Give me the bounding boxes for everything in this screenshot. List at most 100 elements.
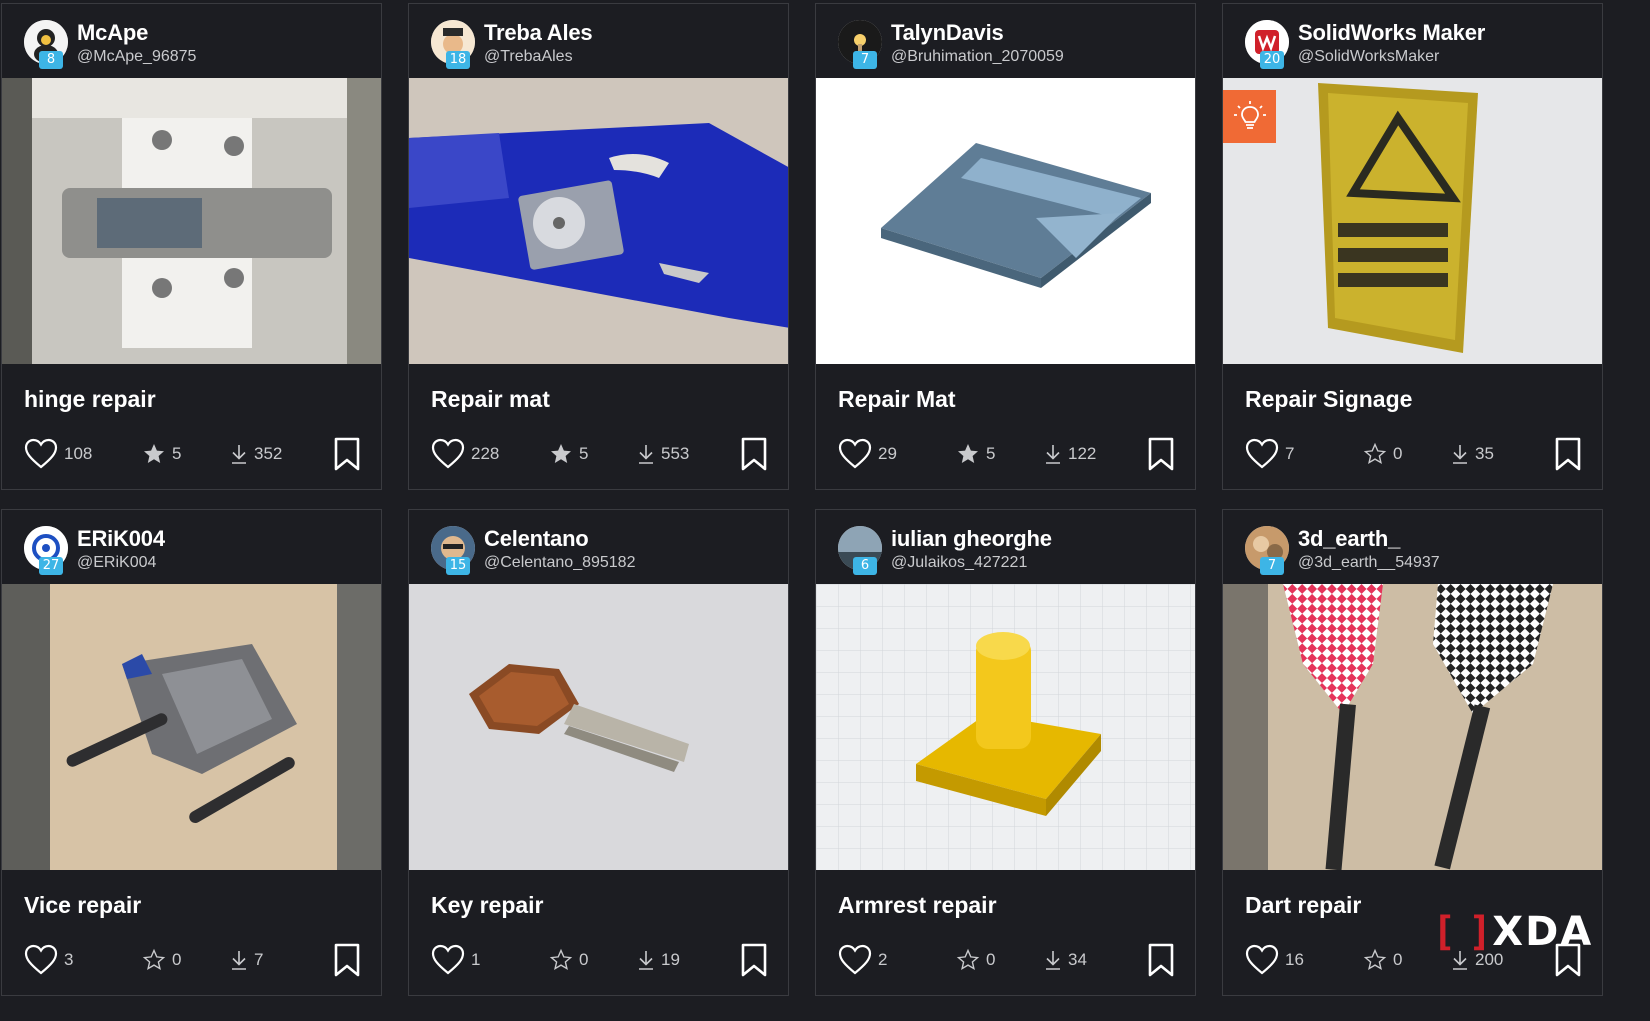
idea-badge[interactable] — [1223, 90, 1276, 143]
like-count: 7 — [1285, 444, 1295, 463]
author-handle[interactable]: @McApe_96875 — [77, 48, 196, 66]
avatar[interactable]: 20 — [1245, 20, 1289, 69]
star-outline-icon — [1363, 442, 1387, 465]
author-handle[interactable]: @3d_earth__54937 — [1298, 554, 1440, 572]
download-icon — [1046, 951, 1060, 970]
like-button[interactable]: 108 — [24, 436, 92, 472]
rating[interactable]: 5 — [142, 436, 181, 472]
card-stats: 1 0 19 — [409, 942, 788, 982]
avatar[interactable]: 27 — [24, 526, 68, 575]
star-outline-icon — [549, 948, 573, 971]
rating[interactable]: 0 — [549, 942, 588, 978]
level-badge: 18 — [446, 51, 470, 69]
bookmark-button[interactable] — [740, 943, 768, 982]
level-badge: 6 — [853, 557, 877, 575]
rating[interactable]: 0 — [1363, 942, 1402, 978]
author-name[interactable]: ERiK004 — [77, 526, 165, 552]
card-header: 6 iulian gheorghe @Julaikos_427221 — [816, 510, 1195, 584]
heart-icon — [431, 438, 465, 469]
avatar[interactable]: 7 — [1245, 526, 1289, 575]
model-title[interactable]: Dart repair — [1245, 892, 1361, 919]
like-button[interactable]: 1 — [431, 942, 480, 978]
author-handle[interactable]: @Julaikos_427221 — [891, 554, 1027, 572]
author-name[interactable]: Treba Ales — [484, 20, 593, 46]
like-button[interactable]: 2 — [838, 942, 887, 978]
model-title[interactable]: hinge repair — [24, 386, 156, 413]
downloads-value: 7 — [254, 950, 264, 969]
rating[interactable]: 0 — [142, 942, 181, 978]
model-card[interactable]: 7 TalynDavis @Bruhimation_2070059 Repair… — [815, 3, 1196, 490]
rating[interactable]: 5 — [549, 436, 588, 472]
like-button[interactable]: 7 — [1245, 436, 1294, 472]
bookmark-button[interactable] — [1554, 437, 1582, 476]
level-badge: 7 — [1260, 557, 1284, 575]
heart-icon — [24, 438, 58, 469]
bookmark-button[interactable] — [333, 943, 361, 982]
avatar[interactable]: 18 — [431, 20, 475, 69]
avatar[interactable]: 8 — [24, 20, 68, 69]
rating-value: 5 — [172, 444, 182, 463]
author-name[interactable]: SolidWorks Maker — [1298, 20, 1485, 46]
model-title[interactable]: Repair mat — [431, 386, 550, 413]
rating[interactable]: 0 — [1363, 436, 1402, 472]
author-name[interactable]: iulian gheorghe — [891, 526, 1052, 552]
model-title[interactable]: Vice repair — [24, 892, 141, 919]
bookmark-button[interactable] — [1147, 437, 1175, 476]
model-thumbnail[interactable] — [409, 584, 788, 870]
model-thumbnail[interactable] — [2, 584, 381, 870]
author-handle[interactable]: @ERiK004 — [77, 554, 156, 572]
star-icon — [144, 444, 164, 463]
model-thumbnail[interactable] — [2, 78, 381, 364]
like-button[interactable]: 29 — [838, 436, 897, 472]
level-badge: 15 — [446, 557, 470, 575]
model-card[interactable]: 27 ERiK004 @ERiK004 Vice repair 3 0 7 — [1, 509, 382, 996]
rating[interactable]: 0 — [956, 942, 995, 978]
xda-wordmark: XDA — [1492, 909, 1594, 955]
model-thumbnail[interactable] — [1223, 584, 1602, 870]
downloads-value: 553 — [661, 444, 690, 463]
model-card[interactable]: 18 Treba Ales @TrebaAles Repair mat 228 … — [408, 3, 789, 490]
author-name[interactable]: Celentano — [484, 526, 589, 552]
bookmark-button[interactable] — [1147, 943, 1175, 982]
download-count: 34 — [1044, 942, 1087, 978]
like-button[interactable]: 3 — [24, 942, 73, 978]
author-handle[interactable]: @TrebaAles — [484, 48, 573, 66]
author-name[interactable]: TalynDavis — [891, 20, 1004, 46]
avatar[interactable]: 7 — [838, 20, 882, 69]
like-button[interactable]: 16 — [1245, 942, 1304, 978]
heart-icon — [431, 944, 465, 975]
like-count: 29 — [878, 444, 897, 463]
bookmark-button[interactable] — [740, 437, 768, 476]
model-card[interactable]: 8 McApe @McApe_96875 hinge repair 108 5 … — [1, 3, 382, 490]
card-header: 8 McApe @McApe_96875 — [2, 4, 381, 78]
card-header: 7 3d_earth_ @3d_earth__54937 — [1223, 510, 1602, 584]
model-thumbnail[interactable] — [816, 78, 1195, 364]
model-title[interactable]: Repair Mat — [838, 386, 956, 413]
model-card[interactable]: 6 iulian gheorghe @Julaikos_427221 Armre… — [815, 509, 1196, 996]
avatar[interactable]: 15 — [431, 526, 475, 575]
rating-value: 0 — [986, 950, 996, 969]
download-count: 553 — [637, 436, 689, 472]
model-title[interactable]: Armrest repair — [838, 892, 997, 919]
author-handle[interactable]: @SolidWorksMaker — [1298, 48, 1439, 66]
author-name[interactable]: 3d_earth_ — [1298, 526, 1400, 552]
model-thumbnail[interactable] — [816, 584, 1195, 870]
heart-icon — [1245, 438, 1279, 469]
author-name[interactable]: McApe — [77, 20, 148, 46]
model-title[interactable]: Key repair — [431, 892, 544, 919]
download-count: 19 — [637, 942, 680, 978]
rating[interactable]: 5 — [956, 436, 995, 472]
model-card[interactable]: 20 SolidWorks Maker @SolidWorksMaker Rep… — [1222, 3, 1603, 490]
author-handle[interactable]: @Celentano_895182 — [484, 554, 635, 572]
downloads-value: 34 — [1068, 950, 1087, 969]
model-card[interactable]: 15 Celentano @Celentano_895182 Key repai… — [408, 509, 789, 996]
model-thumbnail[interactable] — [409, 78, 788, 364]
model-thumbnail[interactable] — [1223, 78, 1602, 364]
rating-value: 0 — [172, 950, 182, 969]
author-handle[interactable]: @Bruhimation_2070059 — [891, 48, 1064, 66]
bookmark-button[interactable] — [333, 437, 361, 476]
card-header: 15 Celentano @Celentano_895182 — [409, 510, 788, 584]
like-button[interactable]: 228 — [431, 436, 499, 472]
avatar[interactable]: 6 — [838, 526, 882, 575]
model-title[interactable]: Repair Signage — [1245, 386, 1412, 413]
